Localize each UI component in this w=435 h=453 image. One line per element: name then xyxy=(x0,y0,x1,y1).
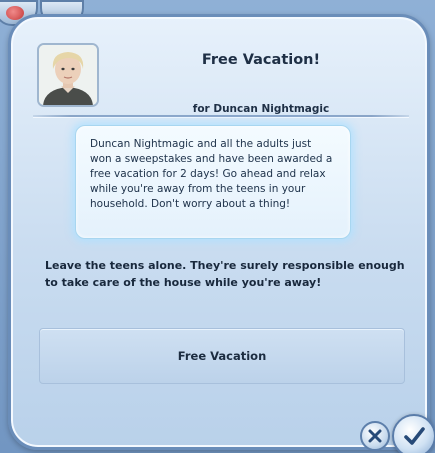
sim-portrait-icon xyxy=(39,45,97,105)
free-vacation-option-button[interactable]: Free Vacation xyxy=(39,328,405,384)
game-screen: Free Vacation! for Duncan Nightmagic Dun… xyxy=(0,0,435,453)
prompt-text: Leave the teens alone. They're surely re… xyxy=(45,259,405,289)
message-box: Duncan Nightmagic and all the adults jus… xyxy=(75,125,351,239)
dialog-subtitle: for Duncan Nightmagic xyxy=(192,103,330,115)
message-text: Duncan Nightmagic and all the adults jus… xyxy=(90,138,333,210)
header-divider xyxy=(33,115,409,118)
checkmark-icon xyxy=(404,427,425,445)
confirm-button[interactable] xyxy=(392,414,435,453)
event-dialog: Free Vacation! for Duncan Nightmagic Dun… xyxy=(8,14,435,453)
sim-portrait xyxy=(37,43,99,107)
cancel-button[interactable] xyxy=(360,421,390,451)
close-x-icon xyxy=(368,429,382,443)
dialog-title: Free Vacation! xyxy=(201,52,321,68)
